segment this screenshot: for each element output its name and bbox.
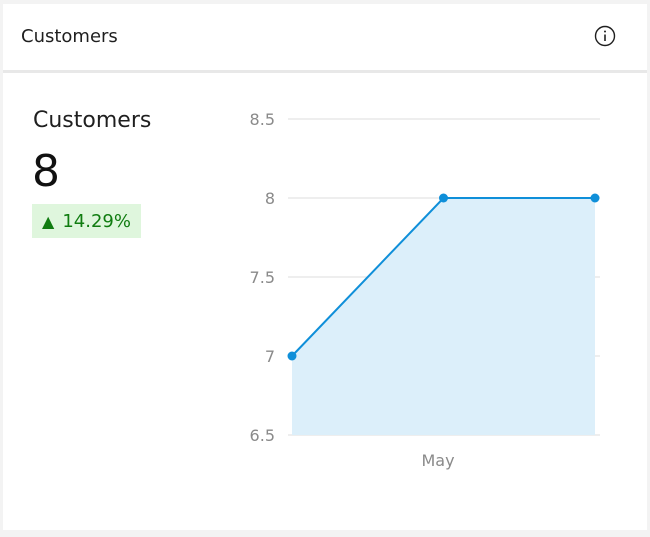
- data-point[interactable]: [287, 351, 297, 361]
- customers-card: Customers Customers 8 ▲ 14.29% 8.5 8 7.5 7 6…: [3, 4, 647, 530]
- y-tick-label: 8.5: [250, 110, 275, 129]
- x-tick-label: May: [421, 451, 454, 470]
- data-point[interactable]: [590, 193, 600, 203]
- y-tick-label: 8: [265, 189, 275, 208]
- customers-chart: 8.5 8 7.5 7 6.5 May: [250, 110, 600, 470]
- y-tick-label: 7.5: [250, 268, 275, 287]
- y-tick-label: 7: [265, 347, 275, 366]
- data-point[interactable]: [439, 193, 448, 203]
- y-tick-label: 6.5: [250, 426, 275, 445]
- area-fill: [292, 198, 595, 435]
